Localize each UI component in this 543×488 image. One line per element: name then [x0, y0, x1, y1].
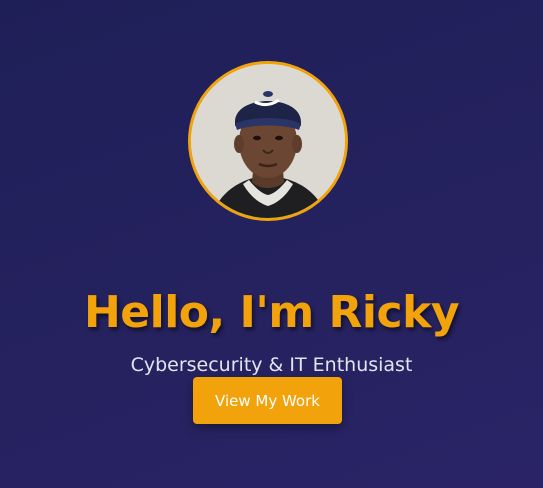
- profile-avatar: [188, 61, 348, 221]
- hero-title: Hello, I'm Ricky: [83, 287, 460, 339]
- view-my-work-button[interactable]: View My Work: [193, 377, 342, 424]
- hero-section: Hello, I'm Ricky Cybersecurity & IT Enth…: [0, 0, 543, 488]
- hero-subtitle: Cybersecurity & IT Enthusiast: [130, 354, 413, 376]
- profile-photo: [191, 64, 345, 218]
